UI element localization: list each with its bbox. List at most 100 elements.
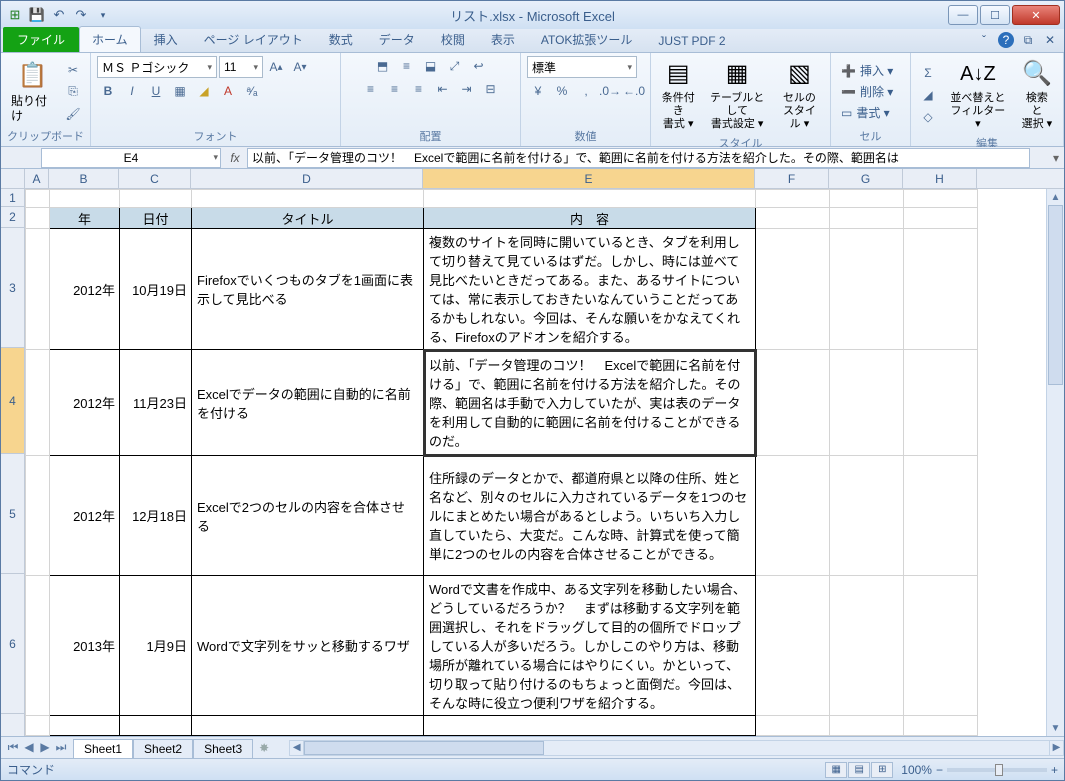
- decrease-decimal-icon[interactable]: ←.0: [623, 81, 645, 101]
- row-header-5[interactable]: 5: [1, 454, 24, 574]
- table-header-year[interactable]: 年: [50, 208, 120, 229]
- sheet-nav-last-icon[interactable]: ⏭: [53, 740, 69, 755]
- col-header-B[interactable]: B: [49, 169, 119, 188]
- cell-content[interactable]: Wordで文書を作成中、ある文字列を移動したい場合、どうしているだろうか？ まず…: [424, 576, 756, 716]
- fill-color-button[interactable]: ◢: [193, 81, 215, 101]
- format-as-table-button[interactable]: ▦テーブルとして 書式設定 ▾: [703, 56, 770, 134]
- table-header-date[interactable]: 日付: [120, 208, 192, 229]
- increase-indent-icon[interactable]: ⇥: [456, 79, 478, 99]
- number-format-select[interactable]: 標準▾: [527, 56, 637, 78]
- minimize-ribbon-icon[interactable]: ˇ: [976, 32, 992, 48]
- close-button[interactable]: ✕: [1012, 5, 1060, 25]
- font-size-select[interactable]: 11▾: [219, 56, 263, 78]
- align-top-icon[interactable]: ⬒: [372, 56, 394, 76]
- phonetic-button[interactable]: ᵃ⁄ₐ: [241, 81, 263, 101]
- tab-justpdf[interactable]: JUST PDF 2: [645, 29, 738, 52]
- row-header-4[interactable]: 4: [1, 348, 24, 454]
- percent-icon[interactable]: %: [551, 81, 573, 101]
- tab-data[interactable]: データ: [366, 26, 428, 52]
- sheet-nav-prev-icon[interactable]: ◀: [21, 740, 37, 755]
- col-header-C[interactable]: C: [119, 169, 191, 188]
- sheet-nav-first-icon[interactable]: ⏮: [5, 740, 21, 755]
- increase-decimal-icon[interactable]: .0→: [599, 81, 621, 101]
- row-header-6[interactable]: 6: [1, 574, 24, 714]
- clear-icon[interactable]: ◇: [917, 107, 939, 127]
- border-button[interactable]: ▦: [169, 81, 191, 101]
- delete-cells-button[interactable]: ➖削除 ▾: [837, 82, 897, 101]
- table-header-title[interactable]: タイトル: [192, 208, 424, 229]
- workbook-close-icon[interactable]: ✕: [1042, 32, 1058, 48]
- paste-button[interactable]: 📋 貼り付け: [7, 58, 58, 125]
- expand-formula-bar-icon[interactable]: ▾: [1048, 151, 1064, 165]
- font-name-select[interactable]: ＭＳ Ｐゴシック▾: [97, 56, 217, 78]
- cell-year[interactable]: 2012年: [50, 456, 120, 576]
- vertical-scrollbar[interactable]: ▲ ▼: [1046, 189, 1064, 736]
- help-icon[interactable]: ?: [998, 32, 1014, 48]
- formula-input[interactable]: 以前、「データ管理のコツ！ Excelで範囲に名前を付ける」で、範囲に名前を付け…: [247, 148, 1030, 168]
- align-left-icon[interactable]: ≡: [360, 79, 382, 99]
- row-header-2[interactable]: 2: [1, 207, 24, 228]
- col-header-A[interactable]: A: [25, 169, 49, 188]
- row-header-3[interactable]: 3: [1, 228, 24, 348]
- copy-icon[interactable]: ⎘: [62, 82, 84, 102]
- save-icon[interactable]: 💾: [27, 5, 47, 25]
- minimize-button[interactable]: —: [948, 5, 978, 25]
- comma-icon[interactable]: ,: [575, 81, 597, 101]
- tab-review[interactable]: 校閲: [428, 26, 478, 52]
- cell-content[interactable]: 住所録のデータとかで、都道府県と以降の住所、姓と名など、別々のセルに入力されてい…: [424, 456, 756, 576]
- scroll-right-icon[interactable]: ▶: [1049, 741, 1063, 755]
- qat-customize-icon[interactable]: ▾: [93, 5, 113, 25]
- cell-year[interactable]: 2013年: [50, 576, 120, 716]
- undo-icon[interactable]: ↶: [49, 5, 69, 25]
- italic-button[interactable]: I: [121, 81, 143, 101]
- cell-title[interactable]: Firefoxでいくつものタブを1画面に表示して見比べる: [192, 229, 424, 350]
- col-header-G[interactable]: G: [829, 169, 903, 188]
- cell-title[interactable]: Excelで2つのセルの内容を合体させる: [192, 456, 424, 576]
- zoom-slider[interactable]: [947, 768, 1047, 772]
- col-header-H[interactable]: H: [903, 169, 977, 188]
- wrap-text-icon[interactable]: ↩: [468, 56, 490, 76]
- new-sheet-icon[interactable]: ✸: [259, 741, 269, 755]
- scroll-down-icon[interactable]: ▼: [1047, 720, 1064, 736]
- cell-content[interactable]: 複数のサイトを同時に開いているとき、タブを利用して切り替えて見ているはずだ。しか…: [424, 229, 756, 350]
- horizontal-scrollbar[interactable]: ◀ ▶: [289, 740, 1064, 756]
- autosum-icon[interactable]: Σ: [917, 63, 939, 83]
- cell-content[interactable]: 以前、「データ管理のコツ！ Excelで範囲に名前を付ける」で、範囲に名前を付け…: [424, 350, 756, 456]
- decrease-indent-icon[interactable]: ⇤: [432, 79, 454, 99]
- window-restore-icon[interactable]: ⧉: [1020, 32, 1036, 48]
- align-middle-icon[interactable]: ≡: [396, 56, 418, 76]
- scroll-left-icon[interactable]: ◀: [290, 741, 304, 755]
- table-header-content[interactable]: 内 容: [424, 208, 756, 229]
- sheet-tab-1[interactable]: Sheet1: [73, 739, 133, 758]
- hscroll-thumb[interactable]: [304, 741, 544, 755]
- col-header-E[interactable]: E: [423, 169, 755, 188]
- decrease-font-icon[interactable]: A▾: [289, 57, 311, 77]
- align-right-icon[interactable]: ≡: [408, 79, 430, 99]
- maximize-button[interactable]: ☐: [980, 5, 1010, 25]
- zoom-in-button[interactable]: +: [1051, 763, 1058, 777]
- cell-date[interactable]: 1月9日: [120, 576, 192, 716]
- view-page-layout-icon[interactable]: ▤: [848, 762, 870, 778]
- cell-title[interactable]: Excelでデータの範囲に自動的に名前を付ける: [192, 350, 424, 456]
- tab-page-layout[interactable]: ページ レイアウト: [191, 26, 316, 52]
- tab-file[interactable]: ファイル: [3, 27, 79, 52]
- underline-button[interactable]: U: [145, 81, 167, 101]
- cell-date[interactable]: 11月23日: [120, 350, 192, 456]
- increase-font-icon[interactable]: A▴: [265, 57, 287, 77]
- format-cells-button[interactable]: ▭書式 ▾: [837, 103, 897, 122]
- tab-formulas[interactable]: 数式: [316, 26, 366, 52]
- align-center-icon[interactable]: ≡: [384, 79, 406, 99]
- format-painter-icon[interactable]: 🖌: [62, 104, 84, 124]
- merge-center-icon[interactable]: ⊟: [480, 79, 502, 99]
- view-normal-icon[interactable]: ▦: [825, 762, 847, 778]
- name-box[interactable]: E4▾: [41, 148, 221, 168]
- sheet-tab-2[interactable]: Sheet2: [133, 739, 193, 758]
- view-page-break-icon[interactable]: ⊞: [871, 762, 893, 778]
- cell-year[interactable]: 2012年: [50, 229, 120, 350]
- bold-button[interactable]: B: [97, 81, 119, 101]
- cell-year[interactable]: 2012年: [50, 350, 120, 456]
- align-bottom-icon[interactable]: ⬓: [420, 56, 442, 76]
- cell-styles-button[interactable]: ▧セルの スタイル ▾: [775, 56, 824, 134]
- tab-atok[interactable]: ATOK拡張ツール: [528, 26, 646, 52]
- col-header-D[interactable]: D: [191, 169, 423, 188]
